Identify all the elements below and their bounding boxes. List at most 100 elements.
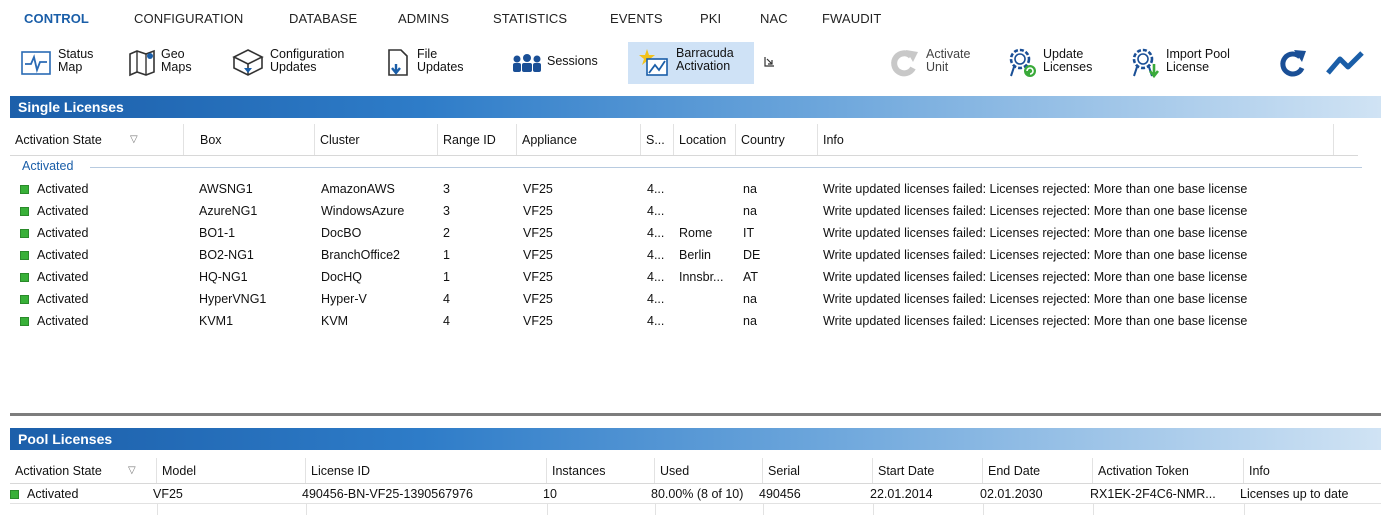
menu-control[interactable]: CONTROL [24, 11, 89, 26]
cell-country: DE [743, 248, 761, 262]
cell-appliance: VF25 [523, 292, 553, 306]
cell-country: na [743, 292, 757, 306]
cell-serial-short: 4... [647, 248, 665, 262]
column-cluster[interactable]: Cluster [315, 124, 438, 155]
column-pool-activation-state[interactable]: Activation State ▽ [10, 458, 157, 483]
table-row[interactable]: Activated AzureNG1 WindowsAzure 3 VF25 4... na… [10, 200, 1360, 222]
refresh-icon [1276, 47, 1310, 79]
column-start-date[interactable]: Start Date [873, 458, 983, 483]
cell-activation-token: RX1EK-2F4C6-NMR... [1090, 487, 1216, 501]
activation-state-text: Activated [37, 182, 89, 196]
cell-info: Write updated licenses failed: Licenses … [823, 204, 1248, 218]
config-updates-button[interactable]: Configuration Updates [232, 44, 344, 84]
cell-activation-state: Activated [20, 200, 88, 222]
menu-pki[interactable]: PKI [700, 11, 721, 26]
column-model[interactable]: Model [157, 458, 306, 483]
column-appliance[interactable]: Appliance [517, 124, 641, 155]
cell-license-id: 490456-BN-VF25-1390567976 [302, 487, 473, 501]
import-pool-license-button[interactable]: Import Pool License [1128, 44, 1230, 84]
cell-serial-short: 4... [647, 204, 665, 218]
table-row[interactable]: Activated BO1-1 DocBO 2 VF25 4... Rome IT Write … [10, 222, 1360, 244]
status-activated-icon [20, 295, 29, 304]
table-row[interactable]: Activated KVM1 KVM 4 VF25 4... na Write updated… [10, 310, 1360, 332]
column-country[interactable]: Country [736, 124, 818, 155]
config-updates-label: Configuration Updates [270, 47, 345, 74]
status-map-button[interactable]: Status Map [20, 44, 93, 84]
menu-fwaudit[interactable]: FWAUDIT [822, 11, 881, 26]
column-end-date[interactable]: End Date [983, 458, 1093, 483]
cell-appliance: VF25 [523, 226, 553, 240]
filter-icon[interactable]: ▽ [130, 134, 138, 145]
pool-licenses-header: Pool Licenses [10, 428, 1381, 450]
column-used[interactable]: Used [655, 458, 763, 483]
column-activation-state[interactable]: Activation State ▽ [10, 124, 184, 155]
cell-activation-state: Activated [20, 288, 88, 310]
activate-unit-button[interactable]: Activate Unit [888, 44, 970, 84]
menu-configuration[interactable]: CONFIGURATION [134, 11, 243, 26]
cell-info: Write updated licenses failed: Licenses … [823, 314, 1248, 328]
menu-database[interactable]: DATABASE [289, 11, 357, 26]
cell-serial-short: 4... [647, 314, 665, 328]
cell-serial-short: 4... [647, 182, 665, 196]
config-updates-icon [232, 47, 264, 79]
cell-country: na [743, 182, 757, 196]
cell-used: 80.00% (8 of 10) [651, 487, 744, 501]
cell-activation-state: Activated [20, 244, 88, 266]
cell-cluster: BranchOffice2 [321, 248, 400, 262]
update-licenses-label: Update Licenses [1043, 47, 1093, 74]
row-divider [10, 503, 1381, 504]
table-row[interactable]: Activated AWSNG1 AmazonAWS 3 VF25 4... na Write… [10, 178, 1360, 200]
cell-appliance: VF25 [523, 204, 553, 218]
refresh-button[interactable] [1276, 44, 1316, 84]
cell-appliance: VF25 [523, 314, 553, 328]
menu-admins[interactable]: ADMINS [398, 11, 449, 26]
ribbon-dialog-launcher[interactable] [764, 56, 776, 96]
column-activation-token[interactable]: Activation Token [1093, 458, 1244, 483]
trend-button[interactable] [1326, 44, 1372, 84]
column-pool-info[interactable]: Info [1244, 458, 1381, 483]
barracuda-activation-icon [638, 46, 670, 78]
menu-statistics[interactable]: STATISTICS [493, 11, 567, 26]
main-menu-bar: CONTROL CONFIGURATION DATABASE ADMINS ST… [0, 0, 1381, 40]
cell-activation-state: Activated [20, 310, 88, 332]
table-row[interactable]: Activated HyperVNG1 Hyper-V 4 VF25 4... na Writ… [10, 288, 1360, 310]
cell-cluster: WindowsAzure [321, 204, 405, 218]
single-licenses-column-header: Activation State ▽ Box Cluster Range ID A… [10, 124, 1358, 156]
status-activated-icon [20, 317, 29, 326]
status-activated-icon [20, 207, 29, 216]
cell-cluster: KVM [321, 314, 349, 328]
cell-range-id: 4 [443, 292, 450, 306]
sessions-button[interactable]: Sessions [511, 44, 598, 84]
menu-nac[interactable]: NAC [760, 11, 788, 26]
grid-line [655, 504, 656, 515]
cell-info: Write updated licenses failed: Licenses … [823, 292, 1248, 306]
table-row[interactable]: Activated HQ-NG1 DocHQ 1 VF25 4... Innsbr... AT… [10, 266, 1360, 288]
cell-serial: 490456 [759, 487, 801, 501]
table-row[interactable]: Activated VF25 490456-BN-VF25-1390567976 10… [10, 484, 1360, 504]
cell-location: Rome [679, 226, 713, 240]
table-row[interactable]: Activated BO2-NG1 BranchOffice2 1 VF25 4... Be… [10, 244, 1360, 266]
cell-activation-state: Activated [20, 178, 88, 200]
column-box[interactable]: Box [195, 124, 315, 155]
geo-maps-button[interactable]: Geo Maps [128, 44, 192, 84]
filter-icon[interactable]: ▽ [128, 465, 136, 476]
cell-box: BO2-NG1 [199, 248, 254, 262]
update-licenses-button[interactable]: Update Licenses [1005, 44, 1092, 84]
barracuda-activation-button[interactable]: Barracuda Activation [628, 42, 754, 84]
menu-events[interactable]: EVENTS [610, 11, 663, 26]
grid-line [763, 504, 764, 515]
column-license-id[interactable]: License ID [306, 458, 547, 483]
column-info[interactable]: Info [818, 124, 1334, 155]
column-instances[interactable]: Instances [547, 458, 655, 483]
column-location[interactable]: Location [674, 124, 736, 155]
column-serial[interactable]: Serial [763, 458, 873, 483]
group-header-activated[interactable]: Activated [22, 159, 1362, 175]
ribbon-toolbar: Status Map Geo Maps Configuration Update… [0, 40, 1381, 92]
column-serial-short[interactable]: S... [641, 124, 674, 155]
file-updates-button[interactable]: File Updates [385, 44, 464, 84]
cell-location: Berlin [679, 248, 711, 262]
panel-splitter[interactable] [10, 413, 1381, 416]
activation-state-text: Activated [37, 292, 89, 306]
activation-state-text: Activated [37, 204, 89, 218]
column-range-id[interactable]: Range ID [438, 124, 517, 155]
